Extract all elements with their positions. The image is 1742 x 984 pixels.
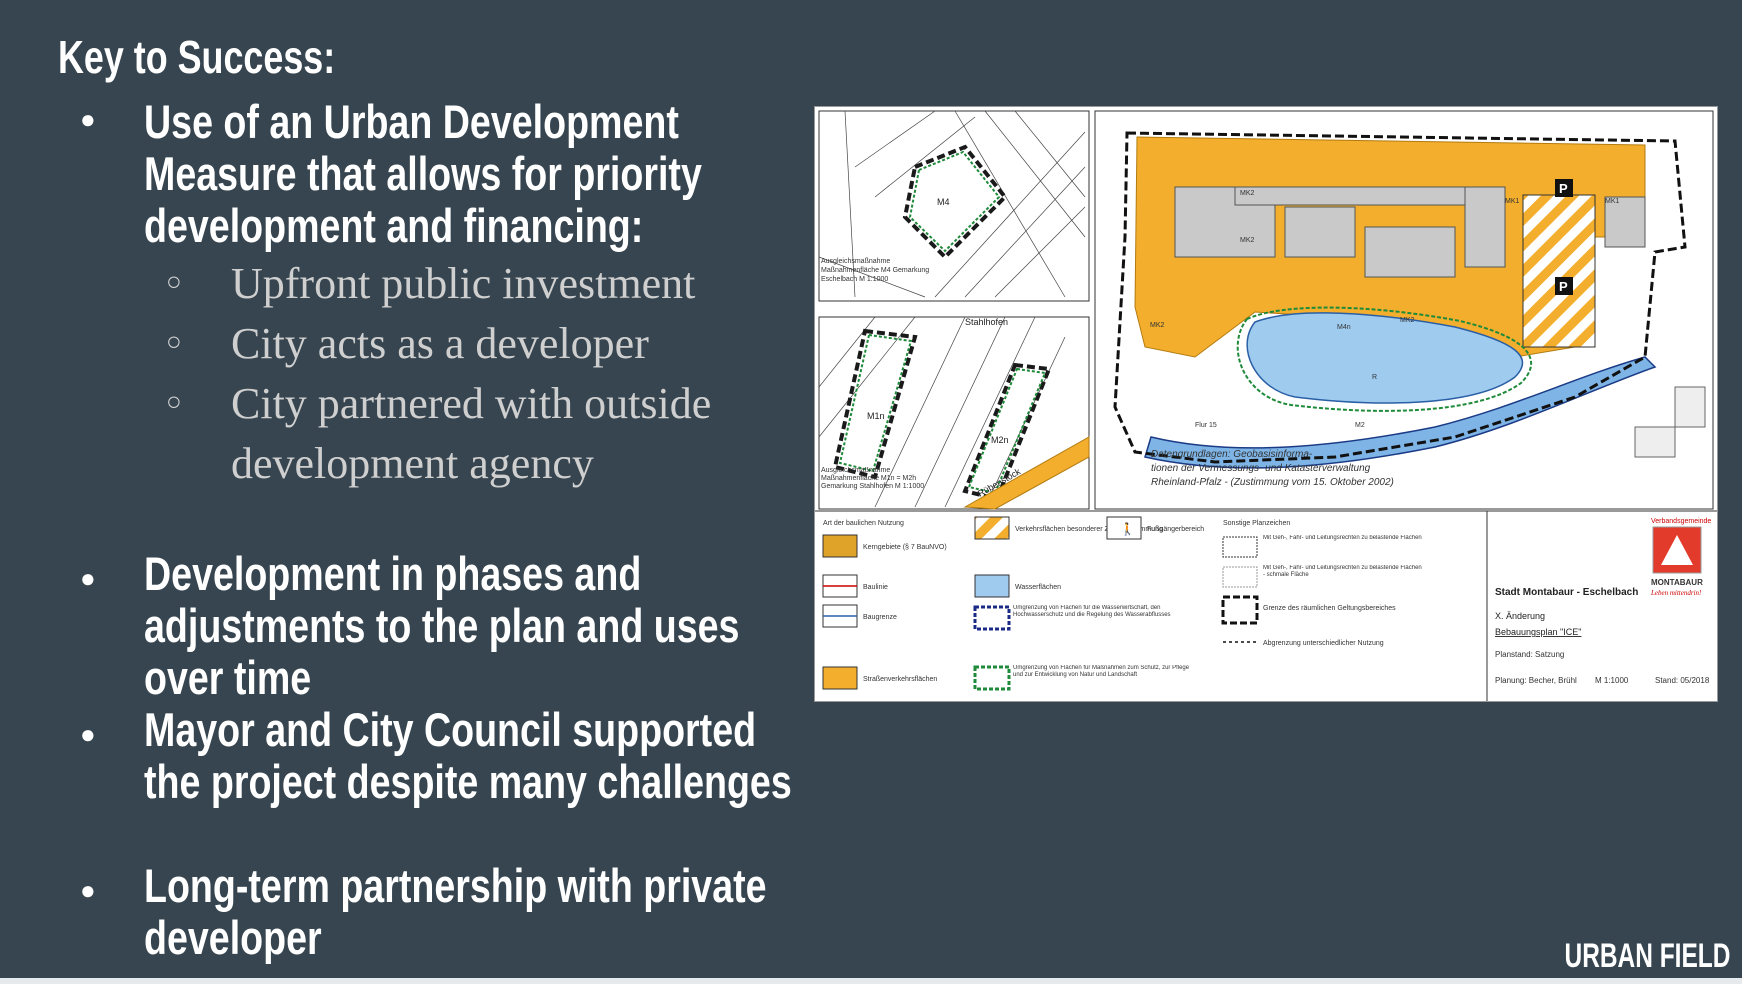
title-block-scale: M 1:1000 xyxy=(1595,676,1629,685)
bullet-text: Mayor and City Council supported the pro… xyxy=(144,703,792,808)
zone-label: MK2 xyxy=(1400,317,1415,324)
inset2-caption: Ausgleichsmaßnahme Maßnahmenfläche M1n =… xyxy=(821,467,925,490)
bullet-dot: ● xyxy=(80,563,96,593)
inset-map-1: M4 Ausgleichsmaßnahme Maßnahmenfläche M4… xyxy=(818,110,1090,302)
inset2-top-label: Stahlhofen xyxy=(965,317,1008,327)
legend-item: Mit Geh-, Fahr- und Leitungsrechten zu b… xyxy=(1263,565,1422,578)
svg-text:P: P xyxy=(1559,279,1568,294)
plan-note-3: Rheinland-Pfalz - (Zustimmung vom 15. Ok… xyxy=(1151,477,1394,488)
title-block-city: MONTABAUR xyxy=(1651,578,1703,587)
development-plan-image: M4 Ausgleichsmaßnahme Maßnahmenfläche M4… xyxy=(814,106,1718,702)
title-block-org: Verbandsgemeinde xyxy=(1651,518,1711,525)
main-plan: MK2 MK2 MK2 MK1 MK1 MK2 M4n M2 R Flur 15… xyxy=(1094,110,1714,510)
legend-item: Abgrenzung unterschiedlicher Nutzung xyxy=(1263,640,1384,647)
legend-item: Baugrenze xyxy=(863,614,897,621)
zone-label: MK2 xyxy=(1240,190,1255,197)
sub-bullet-text: City partnered with outside development … xyxy=(231,379,712,488)
legend-item: Umgrenzung von Flächen für Maßnahmen zum… xyxy=(1013,665,1190,678)
zone-label: M2 xyxy=(1355,422,1365,429)
inset-map-2: Stahlhofen M1n M2n Rübenstock Ausgleichs… xyxy=(818,316,1090,510)
plan-drawing: M4 Ausgleichsmaßnahme Maßnahmenfläche M4… xyxy=(815,110,1717,701)
title-block-planner: Planung: Becher, Brühl xyxy=(1495,676,1577,685)
sub-bullet-dot: ○ xyxy=(166,386,182,416)
legend-item: Baulinie xyxy=(863,584,888,591)
zone-label: MK1 xyxy=(1605,198,1620,205)
sub-bullet-dot: ○ xyxy=(166,266,182,296)
zone-label: MK2 xyxy=(1150,322,1165,329)
sub-bullet-text: City acts as a developer xyxy=(231,319,649,368)
bullet-dot: ● xyxy=(80,104,96,134)
svg-text:P: P xyxy=(1559,181,1568,196)
bullet-text: Use of an Urban Development Measure that… xyxy=(144,95,702,252)
title-block-date: Stand: 05/2018 xyxy=(1655,676,1710,685)
bullet-dot: ● xyxy=(80,719,96,749)
zone-label: M4n xyxy=(1337,324,1351,331)
inset1-caption: Ausgleichsmaßnahme Maßnahmenfläche M4 Ge… xyxy=(821,258,930,283)
brand-footer: URBAN FIELD xyxy=(1564,937,1730,975)
slide-title: Key to Success: xyxy=(58,31,336,83)
inset1-mark: M4 xyxy=(937,197,950,207)
title-block-name: Stadt Montabaur - Eschelbach xyxy=(1495,587,1638,598)
legend-item: Art der baulichen Nutzung xyxy=(823,520,904,527)
sub-bullet-text: Upfront public investment xyxy=(231,259,696,308)
slide: Key to Success: ● Use of an Urban Develo… xyxy=(0,0,1742,978)
legend-item: Mit Geh-, Fahr- und Leitungsrechten zu b… xyxy=(1263,535,1422,541)
legend-item: Wasserflächen xyxy=(1015,584,1061,591)
svg-text:🚶: 🚶 xyxy=(1120,522,1135,536)
zone-label: MK1 xyxy=(1505,198,1520,205)
bullet-text: Long-term partnership with private devel… xyxy=(144,859,767,964)
title-block-change: X. Änderung xyxy=(1495,611,1545,621)
flur-label: Flur 15 xyxy=(1195,422,1217,429)
plan-legend: Art der baulichen Nutzung Kerngebiete (§… xyxy=(815,510,1717,701)
legend-item: Umgrenzung von Flächen für die Wasserwir… xyxy=(1013,605,1171,618)
zone-label: MK2 xyxy=(1240,237,1255,244)
zone-label: R xyxy=(1372,374,1377,381)
title-block-status: Planstand: Satzung xyxy=(1495,650,1564,659)
bullet-dot: ● xyxy=(80,875,96,905)
legend-item: Kerngebiete (§ 7 BauNVO) xyxy=(863,544,947,551)
title-block-motto: Leben mittendrin! xyxy=(1650,589,1702,597)
bullet-text: Development in phases and adjustments to… xyxy=(144,547,740,704)
sub-bullet-dot: ○ xyxy=(166,326,182,356)
plan-note-1: Datengrundlagen: Geobasisinforma- xyxy=(1151,449,1313,460)
legend-item: Sonstige Planzeichen xyxy=(1223,520,1290,527)
legend-item: Straßenverkehrsflächen xyxy=(863,676,937,683)
title-block-plan: Bebauungsplan "ICE" xyxy=(1495,627,1581,637)
legend-item: Grenze des räumlichen Geltungsbereiches xyxy=(1263,605,1396,612)
legend-item: Fußgängerbereich xyxy=(1147,526,1204,533)
inset2-m2-label: M2n xyxy=(991,435,1009,445)
plan-note-2: tionen der Vermessungs- und Katasterverw… xyxy=(1151,463,1371,474)
inset2-m1-label: M1n xyxy=(867,411,885,421)
